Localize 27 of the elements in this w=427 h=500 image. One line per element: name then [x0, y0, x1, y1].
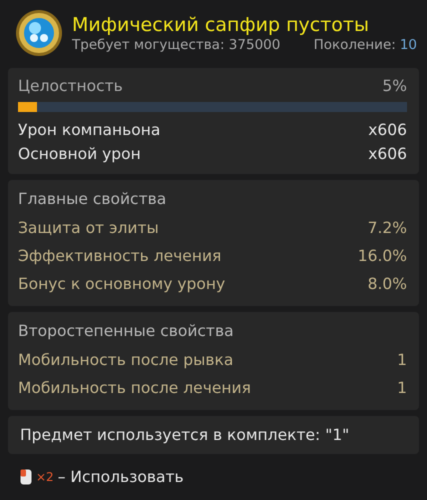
stat-value: x606: [368, 120, 407, 141]
durability-label: Целостность: [18, 76, 123, 97]
property-value: 7.2%: [368, 218, 407, 239]
section-heading: Второстепенные свойства: [18, 321, 235, 342]
action-text: – Использовать: [58, 468, 184, 486]
multiplier-text: ×2: [36, 470, 54, 484]
property-name: Мобильность после рывка: [18, 350, 234, 371]
stat-name: Урон компаньона: [18, 120, 160, 141]
property-value: 16.0%: [358, 246, 407, 267]
requirement-text: Требует могущества: 375000: [72, 37, 280, 53]
generation-label: Поколение:: [314, 37, 396, 53]
section-heading: Главные свойства: [18, 189, 168, 210]
stat-value: x606: [368, 144, 407, 165]
item-title: Мифический сапфир пустоты: [72, 13, 370, 37]
durability-reading: 5%: [382, 76, 407, 97]
property-value: 1: [397, 378, 407, 399]
property-name: Эффективность лечения: [18, 246, 222, 267]
property-value: 8.0%: [368, 274, 407, 295]
property-value: 1: [397, 350, 407, 371]
mouse-icon: [20, 469, 32, 485]
set-note: Предмет используется в комплекте: "1": [20, 426, 350, 444]
property-name: Мобильность после лечения: [18, 378, 251, 399]
gem-icon: [14, 8, 64, 58]
stat-name: Основной урон: [18, 144, 141, 165]
property-name: Защита от элиты: [18, 218, 159, 239]
generation-value: 10: [400, 37, 417, 53]
property-name: Бонус к основному урону: [18, 274, 226, 295]
